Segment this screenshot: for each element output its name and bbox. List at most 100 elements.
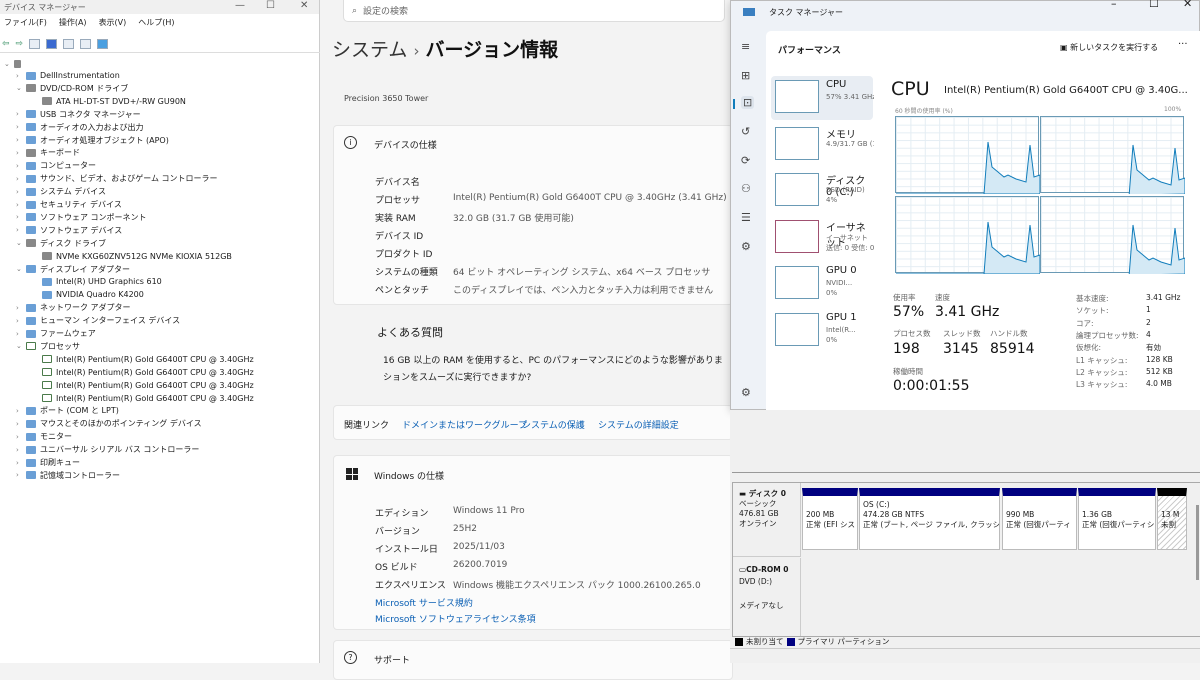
- tree-item[interactable]: ⌄ ディスク ドライブ: [16, 237, 106, 250]
- tree-item[interactable]: › 印刷キュー: [16, 456, 80, 469]
- forward-icon[interactable]: ⇨: [16, 39, 24, 49]
- monitor-icon[interactable]: [97, 39, 109, 49]
- tree-item[interactable]: ⌄ プロセッサ: [16, 340, 80, 353]
- tree-item[interactable]: › セキュリティ デバイス: [16, 198, 122, 211]
- back-icon[interactable]: ⇦: [2, 39, 10, 49]
- settings-icon[interactable]: ⚙: [741, 386, 751, 399]
- menu-action[interactable]: 操作(A): [59, 17, 87, 28]
- update-icon[interactable]: [63, 39, 75, 49]
- users-icon[interactable]: ⚇: [741, 182, 751, 195]
- properties-icon[interactable]: [29, 39, 41, 49]
- resource-item[interactable]: GPU 0 NVIDI... 0%: [771, 262, 873, 306]
- tree-item[interactable]: › システム デバイス: [16, 185, 106, 198]
- tree-item[interactable]: › オーディオの入力および出力: [16, 121, 143, 134]
- chevron-right-icon[interactable]: ›: [16, 110, 26, 118]
- search-input[interactable]: ⌕ 設定の検索: [343, 0, 725, 22]
- tree-item[interactable]: › ソフトウェア コンポーネント: [16, 211, 147, 224]
- chevron-right-icon[interactable]: ›: [16, 226, 26, 234]
- chevron-right-icon[interactable]: ›: [16, 213, 26, 221]
- menu-help[interactable]: ヘルプ(H): [138, 17, 174, 28]
- faq-question[interactable]: 16 GB 以上の RAM を使用すると、PC のパフォーマンスにどのような影響…: [383, 353, 723, 366]
- chevron-down-icon[interactable]: ⌄: [16, 84, 26, 92]
- maximize-button[interactable]: ☐: [1149, 0, 1159, 10]
- partition-3[interactable]: 1.36 GB 正常 (回復パーティシ: [1078, 488, 1156, 550]
- tree-item[interactable]: ⌄ DVD/CD-ROM ドライブ: [16, 82, 128, 95]
- resource-item[interactable]: ディスク 0 (C:) SSD (RAID) 4%: [771, 169, 873, 213]
- tree-item[interactable]: › ソフトウェア デバイス: [16, 224, 122, 237]
- chevron-down-icon[interactable]: ⌄: [16, 239, 26, 247]
- link-domain-workgroup[interactable]: ドメインまたはワークグループ: [402, 418, 527, 431]
- resource-item[interactable]: GPU 1 Intel(R... 0%: [771, 309, 873, 353]
- disk0-info[interactable]: ▬ ディスク 0 ベーシック 476.81 GB オンライン: [733, 483, 801, 557]
- tree-item[interactable]: › オーディオ処理オブジェクト (APO): [16, 134, 169, 147]
- cdrom-info[interactable]: ▭CD-ROM 0 DVD (D:) メディアなし: [733, 558, 801, 636]
- scan-icon[interactable]: [80, 39, 92, 49]
- tree-item[interactable]: › キーボード: [16, 146, 80, 159]
- startup-icon[interactable]: ⟳: [741, 154, 750, 167]
- processes-icon[interactable]: ⊞: [741, 69, 750, 82]
- tree-item[interactable]: › ファームウェア: [16, 327, 96, 340]
- chevron-right-icon[interactable]: ›: [16, 201, 26, 209]
- help-icon[interactable]: [46, 39, 58, 49]
- chevron-right-icon[interactable]: ›: [16, 317, 26, 325]
- close-button[interactable]: ✕: [1183, 0, 1192, 10]
- link-service-agreement[interactable]: Microsoft サービス規約: [375, 596, 473, 609]
- maximize-button[interactable]: ☐: [266, 0, 275, 11]
- more-button[interactable]: ···: [1178, 39, 1188, 50]
- chevron-right-icon[interactable]: ›: [16, 330, 26, 338]
- scrollbar[interactable]: [1196, 505, 1199, 580]
- chevron-right-icon[interactable]: ›: [16, 433, 26, 441]
- link-system-protection[interactable]: システムの保護: [522, 418, 585, 431]
- tree-item[interactable]: › サウンド、ビデオ、およびゲーム コントローラー: [16, 172, 218, 185]
- link-advanced-settings[interactable]: システムの詳細設定: [598, 418, 679, 431]
- chevron-down-icon[interactable]: ⌄: [16, 265, 26, 273]
- tree-item[interactable]: › USB コネクタ マネージャー: [16, 108, 141, 121]
- minimize-button[interactable]: —: [235, 0, 245, 11]
- details-icon[interactable]: ☰: [741, 211, 751, 224]
- chevron-right-icon[interactable]: ›: [16, 175, 26, 183]
- tree-item[interactable]: Intel(R) Pentium(R) Gold G6400T CPU @ 3.…: [42, 366, 254, 379]
- tree-item[interactable]: › マウスとそのほかのポインティング デバイス: [16, 417, 202, 430]
- minimize-button[interactable]: –: [1111, 0, 1117, 10]
- partition-2[interactable]: 990 MB 正常 (回復パーティ: [1002, 488, 1077, 550]
- partition-4[interactable]: 13 M 未割: [1157, 488, 1187, 550]
- chevron-right-icon[interactable]: ›: [16, 459, 26, 467]
- menu-file[interactable]: ファイル(F): [4, 17, 47, 28]
- chevron-right-icon[interactable]: ›: [16, 149, 26, 157]
- services-icon[interactable]: ⚙: [741, 240, 751, 253]
- tree-item[interactable]: › ネットワーク アダプター: [16, 301, 131, 314]
- tree-item[interactable]: › 記憶域コントローラー: [16, 469, 120, 482]
- chevron-right-icon[interactable]: ›: [16, 123, 26, 131]
- tree-item[interactable]: ATA HL-DT-ST DVD+/-RW GU90N: [42, 95, 186, 108]
- resource-item[interactable]: イーサネット イーサネット 送信: 0 受信: 0: [771, 216, 874, 260]
- chevron-right-icon[interactable]: ›: [16, 420, 26, 428]
- partition-0[interactable]: 200 MB 正常 (EFI シス: [802, 488, 858, 550]
- chevron-right-icon[interactable]: ›: [16, 304, 26, 312]
- tree-item[interactable]: › ヒューマン インターフェイス デバイス: [16, 314, 180, 327]
- chevron-right-icon[interactable]: ›: [16, 188, 26, 196]
- tree-item[interactable]: › ユニバーサル シリアル バス コントローラー: [16, 443, 199, 456]
- tree-item[interactable]: ⌄ ディスプレイ アダプター: [16, 263, 130, 276]
- tree-item[interactable]: Intel(R) Pentium(R) Gold G6400T CPU @ 3.…: [42, 392, 254, 405]
- menu-view[interactable]: 表示(V): [99, 17, 127, 28]
- chevron-right-icon[interactable]: ›: [16, 446, 26, 454]
- menu-icon[interactable]: ≡: [741, 40, 750, 53]
- tree-item[interactable]: NVIDIA Quadro K4200: [42, 288, 144, 301]
- chevron-right-icon[interactable]: ›: [16, 471, 26, 479]
- tree-item[interactable]: Intel(R) UHD Graphics 610: [42, 275, 162, 288]
- history-icon[interactable]: ↺: [741, 125, 750, 138]
- chevron-right-icon[interactable]: ›: [16, 72, 26, 80]
- run-new-task-button[interactable]: ▣ 新しいタスクを実行する: [1060, 42, 1158, 53]
- chevron-right-icon[interactable]: ›: [16, 407, 26, 415]
- close-button[interactable]: ✕: [300, 0, 308, 11]
- tree-item[interactable]: › ポート (COM と LPT): [16, 404, 119, 417]
- chevron-right-icon[interactable]: ›: [16, 136, 26, 144]
- tree-item[interactable]: › DellInstrumentation: [16, 69, 120, 82]
- tree-item[interactable]: Intel(R) Pentium(R) Gold G6400T CPU @ 3.…: [42, 379, 254, 392]
- performance-icon[interactable]: ⊡: [741, 96, 755, 109]
- partition-1[interactable]: OS (C:) 474.28 GB NTFS 正常 (ブート, ページ ファイル, …: [859, 488, 1000, 550]
- link-license-terms[interactable]: Microsoft ソフトウェアライセンス条項: [375, 612, 536, 625]
- breadcrumb-system[interactable]: システム: [332, 39, 407, 61]
- chevron-down-icon[interactable]: ⌄: [16, 342, 26, 350]
- resource-item[interactable]: メモリ4.9/31.7 GB (15%): [771, 123, 874, 167]
